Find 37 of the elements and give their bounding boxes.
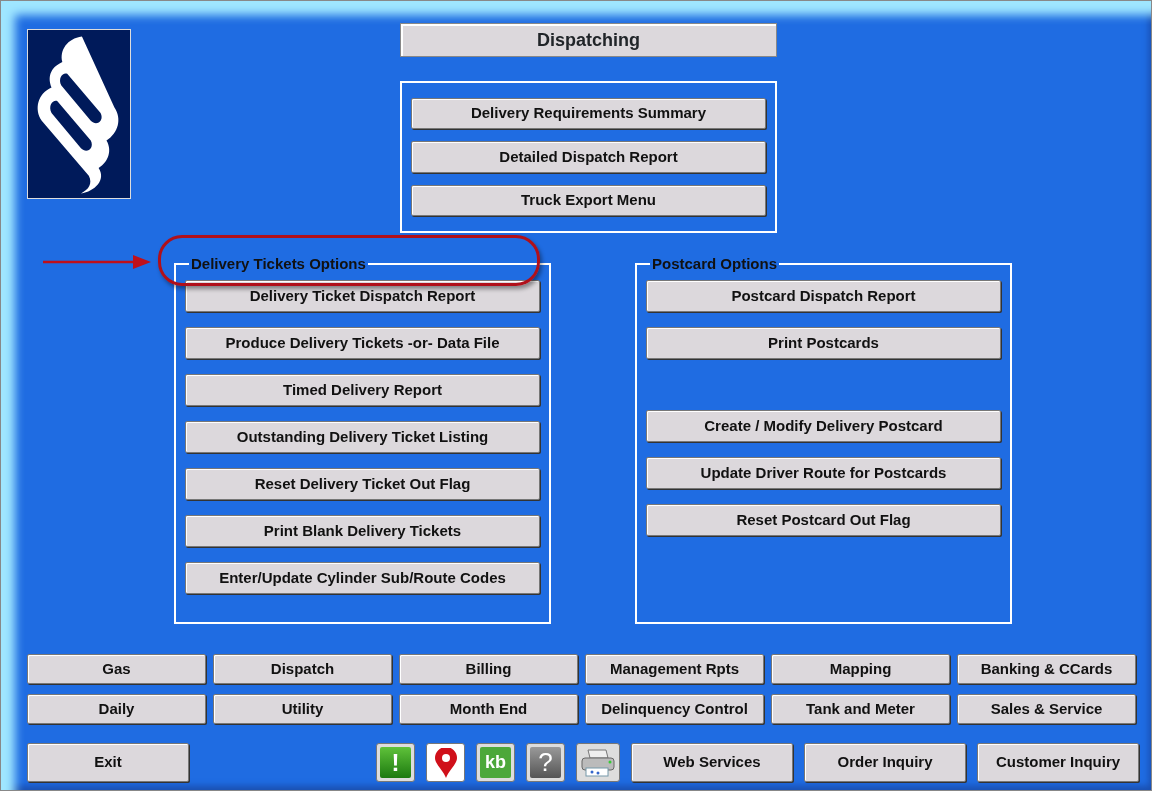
menu-button[interactable]: Dispatch [213, 654, 392, 684]
help-icon[interactable]: ? [526, 743, 565, 782]
menu-button[interactable]: Management Rpts [585, 654, 764, 684]
menu-button[interactable]: Daily [27, 694, 206, 724]
menu-button[interactable]: Detailed Dispatch Report [411, 141, 766, 173]
menu-button[interactable]: Print Blank Delivery Tickets [185, 515, 540, 547]
printer-icon[interactable] [576, 743, 620, 782]
map-pin-icon[interactable] [426, 743, 465, 782]
group-label: Postcard Options [651, 254, 779, 274]
exit-button[interactable]: Exit [27, 743, 189, 782]
menu-button[interactable]: Billing [399, 654, 578, 684]
menu-button[interactable]: Enter/Update Cylinder Sub/Route Codes [185, 562, 540, 594]
menu-button[interactable]: Order Inquiry [804, 743, 966, 782]
menu-button[interactable]: Reset Postcard Out Flag [646, 504, 1001, 536]
menu-button[interactable]: Customer Inquiry [977, 743, 1139, 782]
menu-button[interactable]: Delivery Requirements Summary [411, 98, 766, 130]
menu-button[interactable]: Gas [27, 654, 206, 684]
menu-button[interactable]: Reset Delivery Ticket Out Flag [185, 468, 540, 500]
menu-button[interactable]: Outstanding Delivery Ticket Listing [185, 421, 540, 453]
group-label: Delivery Tickets Options [190, 254, 367, 274]
menu-button[interactable]: Postcard Dispatch Report [646, 280, 1001, 312]
menu-button[interactable]: Web Services [631, 743, 793, 782]
menu-button[interactable]: Tank and Meter [771, 694, 950, 724]
menu-button[interactable]: Month End [399, 694, 578, 724]
menu-button[interactable]: Timed Delivery Report [185, 374, 540, 406]
menu-button[interactable]: Banking & CCards [957, 654, 1136, 684]
menu-button[interactable]: Delivery Ticket Dispatch Report [185, 280, 540, 312]
menu-button[interactable]: Truck Export Menu [411, 184, 766, 216]
menu-button[interactable]: Utility [213, 694, 392, 724]
menu-button[interactable]: Create / Modify Delivery Postcard [646, 410, 1001, 442]
menu-button[interactable]: Delinquency Control [585, 694, 764, 724]
menu-button[interactable]: Update Driver Route for Postcards [646, 457, 1001, 489]
menu-button[interactable]: Sales & Service [957, 694, 1136, 724]
menu-button[interactable]: Produce Delivery Tickets -or- Data File [185, 327, 540, 359]
window-title: Dispatching [400, 23, 777, 57]
menu-button[interactable]: Print Postcards [646, 327, 1001, 359]
menu-button[interactable]: Mapping [771, 654, 950, 684]
